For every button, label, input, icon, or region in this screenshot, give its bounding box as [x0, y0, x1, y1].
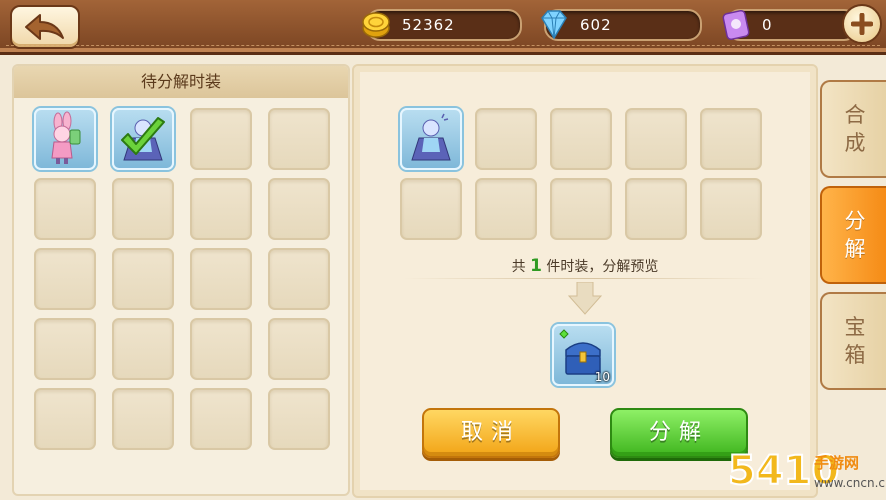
- empty-slot[interactable]: [190, 248, 252, 310]
- tab-compose-label-1: 合: [844, 103, 866, 127]
- decompose-summary: 共 1 件时装，分解预览: [354, 256, 816, 276]
- tab-decompose-label-1: 分: [844, 209, 866, 233]
- reward-quantity: 10: [594, 370, 610, 384]
- empty-slot[interactable]: [268, 388, 330, 450]
- back-button[interactable]: [10, 5, 80, 49]
- empty-slot[interactable]: [475, 178, 537, 240]
- tab-chest-label-2: 箱: [844, 343, 866, 367]
- ticket-icon: [722, 9, 750, 41]
- tab-chest-label-1: 宝: [844, 315, 866, 339]
- empty-slot[interactable]: [625, 108, 687, 170]
- empty-slot[interactable]: [112, 388, 174, 450]
- summary-prefix: 共: [511, 259, 526, 275]
- summary-count: 1: [530, 256, 542, 276]
- costume-blue-dress-icon: [411, 113, 451, 161]
- empty-slot[interactable]: [34, 388, 96, 450]
- tab-compose-label-2: 成: [844, 131, 866, 155]
- empty-slot[interactable]: [112, 318, 174, 380]
- costume-pink-bunny-icon: [51, 111, 81, 164]
- tab-decompose[interactable]: 分 解: [820, 186, 886, 284]
- empty-slot[interactable]: [190, 318, 252, 380]
- empty-slot[interactable]: [700, 178, 762, 240]
- empty-slot[interactable]: [190, 108, 252, 170]
- empty-slot[interactable]: [400, 178, 462, 240]
- preview-costume-slot[interactable]: [400, 108, 462, 170]
- site-watermark: 5410 手游网 www.cncn.cn: [727, 447, 886, 500]
- summary-suffix: 件时装，分解预览: [546, 259, 659, 275]
- empty-slot[interactable]: [700, 108, 762, 170]
- empty-slot[interactable]: [34, 318, 96, 380]
- ticket-counter: 0: [722, 9, 858, 41]
- back-arrow-icon: [25, 14, 64, 40]
- pending-costumes-panel: 待分解时装: [12, 64, 350, 496]
- tab-chest[interactable]: 宝 箱: [820, 292, 886, 390]
- diamond-counter: 602: [541, 9, 702, 41]
- empty-slot[interactable]: [268, 248, 330, 310]
- empty-slot[interactable]: [34, 248, 96, 310]
- cancel-button[interactable]: 取消: [422, 408, 560, 458]
- costume-slot-selected[interactable]: [112, 108, 174, 170]
- gold-value: 52362: [402, 16, 455, 34]
- empty-slot[interactable]: [268, 108, 330, 170]
- empty-slot[interactable]: [550, 178, 612, 240]
- ticket-value: 0: [762, 16, 773, 34]
- watermark-url: www.cncn.cn: [814, 476, 886, 490]
- decompose-preview-panel: 共 1 件时装，分解预览 10 取消 分解: [352, 64, 818, 498]
- gold-counter: 52362: [362, 9, 522, 41]
- empty-slot[interactable]: [475, 108, 537, 170]
- divider: [404, 278, 764, 279]
- empty-slot[interactable]: [34, 178, 96, 240]
- empty-slot[interactable]: [625, 178, 687, 240]
- empty-slot[interactable]: [268, 178, 330, 240]
- gold-coin-icon: [362, 12, 390, 38]
- plus-icon: [851, 13, 873, 35]
- tab-compose[interactable]: 合 成: [820, 80, 886, 178]
- result-reward-slot[interactable]: 10: [552, 324, 614, 386]
- checkmark-icon: [121, 117, 165, 155]
- empty-slot[interactable]: [112, 178, 174, 240]
- top-bar: 52362 602 0: [0, 0, 886, 55]
- diamond-icon: [541, 10, 567, 40]
- empty-slot[interactable]: [112, 248, 174, 310]
- diamond-value: 602: [580, 16, 612, 34]
- empty-slot[interactable]: [190, 178, 252, 240]
- empty-slot[interactable]: [268, 318, 330, 380]
- add-currency-button[interactable]: [842, 4, 882, 44]
- costume-slot[interactable]: [34, 108, 96, 170]
- pending-costumes-title: 待分解时装: [14, 66, 348, 98]
- empty-slot[interactable]: [550, 108, 612, 170]
- watermark-name: 手游网: [814, 454, 860, 472]
- tab-decompose-label-2: 解: [844, 237, 866, 261]
- down-arrow-icon: [567, 282, 603, 315]
- empty-slot[interactable]: [190, 388, 252, 450]
